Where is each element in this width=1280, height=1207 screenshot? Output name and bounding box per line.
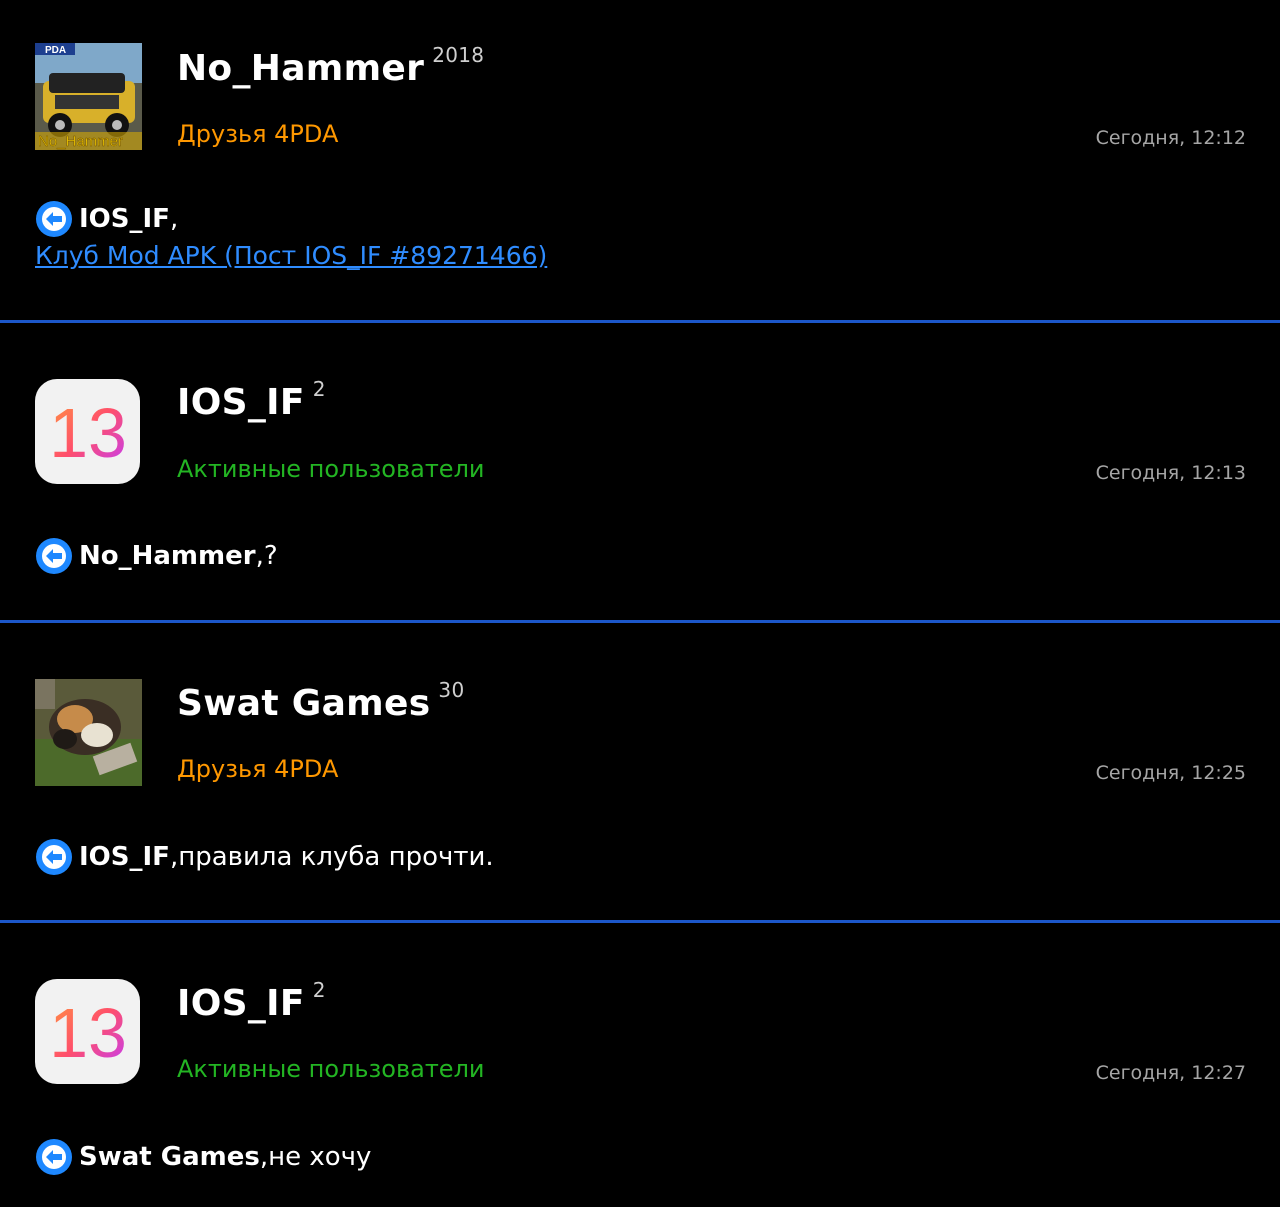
reply-to-user[interactable]: IOS_IF	[79, 842, 170, 872]
avatar-ios-if[interactable]: 13	[35, 379, 142, 486]
quote-link[interactable]: Клуб Mod APK (Пост IOS_IF #89271466)	[35, 241, 547, 270]
reply-line: IOS_IF,	[35, 200, 178, 238]
reply-line: No_Hammer, ?	[35, 537, 278, 575]
reply-arrow-icon[interactable]	[35, 1138, 73, 1176]
reply-arrow-icon[interactable]	[35, 200, 73, 238]
avatar-swat-games[interactable]	[35, 679, 142, 786]
svg-text:13: 13	[49, 997, 127, 1067]
svg-text:13: 13	[49, 397, 127, 467]
post-time: Сегодня, 12:12	[1095, 127, 1246, 149]
user-group: Активные пользователи	[177, 1055, 485, 1083]
author-name[interactable]: IOS_IF 2	[177, 978, 326, 1024]
author-name[interactable]: IOS_IF 2	[177, 377, 326, 423]
svg-text:No_Hammer: No_Hammer	[38, 133, 123, 150]
post-time: Сегодня, 12:25	[1095, 762, 1246, 784]
user-group: Друзья 4PDA	[177, 120, 339, 148]
reputation: 2	[312, 377, 326, 401]
reply-to-user[interactable]: No_Hammer	[79, 541, 256, 571]
avatar-no-hammer[interactable]: PDA No_Hammer	[35, 43, 142, 150]
svg-text:PDA: PDA	[45, 45, 66, 56]
reputation: 30	[438, 678, 465, 702]
reply-line: Swat Games, не хочу	[35, 1138, 371, 1176]
reply-to-user[interactable]: Swat Games	[79, 1142, 260, 1172]
reputation: 2	[312, 978, 326, 1002]
reputation: 2018	[432, 43, 485, 67]
post-time: Сегодня, 12:13	[1095, 462, 1246, 484]
reply-line: IOS_IF, правила клуба прочти.	[35, 838, 494, 876]
post-divider	[0, 320, 1280, 323]
user-group: Активные пользователи	[177, 455, 485, 483]
reply-to-user[interactable]: IOS_IF	[79, 204, 170, 234]
avatar-ios-if[interactable]: 13	[35, 979, 142, 1086]
post-time: Сегодня, 12:27	[1095, 1062, 1246, 1084]
post-divider	[0, 620, 1280, 623]
post-divider	[0, 920, 1280, 923]
reply-arrow-icon[interactable]	[35, 838, 73, 876]
user-group: Друзья 4PDA	[177, 755, 339, 783]
author-name[interactable]: Swat Games 30	[177, 678, 464, 724]
reply-arrow-icon[interactable]	[35, 537, 73, 575]
author-name[interactable]: No_Hammer 2018	[177, 43, 484, 89]
